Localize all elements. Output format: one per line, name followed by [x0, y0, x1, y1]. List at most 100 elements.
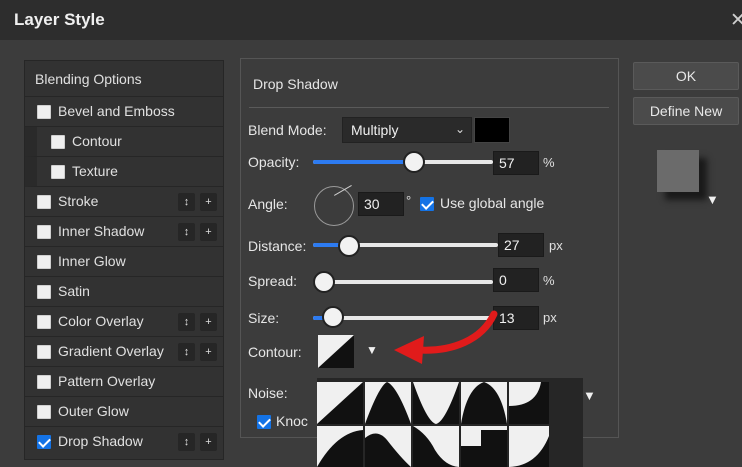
close-icon[interactable]: ✕: [730, 9, 742, 32]
linear-contour-icon: [318, 335, 354, 368]
add-icon[interactable]: +: [200, 193, 217, 211]
sidebar-item-label: Gradient Overlay: [58, 343, 164, 359]
stroke-checkbox[interactable]: [37, 195, 51, 209]
contour-preset-rolling-slope[interactable]: [413, 426, 459, 467]
sidebar-item-texture[interactable]: Texture: [25, 157, 223, 187]
inner-shadow-checkbox[interactable]: [37, 225, 51, 239]
add-icon[interactable]: +: [200, 433, 217, 451]
opacity-slider-handle[interactable]: [403, 151, 425, 173]
sidebar-item-bevel-and-emboss[interactable]: Bevel and Emboss: [25, 97, 223, 127]
add-icon[interactable]: +: [200, 223, 217, 241]
sidebar-item-inner-glow[interactable]: Inner Glow: [25, 247, 223, 277]
style-preview: [657, 150, 699, 192]
opacity-label: Opacity:: [248, 154, 300, 170]
define-new-button[interactable]: Define New: [633, 97, 739, 125]
gradient-overlay-checkbox[interactable]: [37, 345, 51, 359]
sidebar-item-label: Inner Glow: [58, 253, 126, 269]
angle-unit: °: [406, 193, 412, 208]
blend-mode-value: Multiply: [351, 122, 399, 138]
sidebar-item-gradient-overlay[interactable]: Gradient Overlay ↕ +: [25, 337, 223, 367]
opacity-input[interactable]: 57: [493, 151, 539, 175]
sidebar-item-pattern-overlay[interactable]: Pattern Overlay: [25, 367, 223, 397]
sidebar-item-label: Blending Options: [35, 71, 142, 87]
contour-preset-gaussian[interactable]: [461, 382, 507, 424]
divider: [249, 107, 609, 108]
blend-mode-label: Blend Mode:: [248, 122, 327, 138]
sidebar-item-stroke[interactable]: Stroke ↕ +: [25, 187, 223, 217]
triangle-down-icon[interactable]: ▼: [366, 343, 378, 357]
satin-checkbox[interactable]: [37, 285, 51, 299]
noise-label: Noise:: [248, 385, 288, 401]
move-arrows-icon[interactable]: ↕: [178, 433, 195, 451]
sidebar-item-outer-glow[interactable]: Outer Glow: [25, 397, 223, 427]
size-label: Size:: [248, 310, 280, 326]
sidebar-item-blending-options[interactable]: Blending Options: [25, 61, 223, 97]
spread-slider[interactable]: [313, 280, 493, 284]
angle-dial[interactable]: [314, 185, 354, 226]
title-bar: Layer Style ✕: [0, 0, 742, 40]
chevron-down-icon: ⌄: [455, 122, 466, 136]
contour-label: Contour:: [248, 344, 302, 360]
contour-checkbox[interactable]: [51, 135, 65, 149]
sidebar-item-inner-shadow[interactable]: Inner Shadow ↕ +: [25, 217, 223, 247]
add-icon[interactable]: +: [200, 343, 217, 361]
contour-preset-sawtooth[interactable]: [509, 426, 549, 467]
shadow-color-swatch[interactable]: [474, 117, 510, 143]
knockout-checkbox[interactable]: [257, 415, 271, 429]
move-arrows-icon[interactable]: ↕: [178, 313, 195, 331]
annotation-arrow-icon: [394, 310, 498, 364]
spread-slider-handle[interactable]: [313, 271, 335, 293]
drop-shadow-checkbox[interactable]: [37, 435, 51, 449]
contour-preset-cone[interactable]: [365, 382, 411, 424]
distance-slider-handle[interactable]: [338, 235, 360, 257]
distance-input[interactable]: 27: [498, 233, 544, 257]
contour-preset-ring-double[interactable]: [365, 426, 411, 467]
use-global-angle-label: Use global angle: [440, 195, 545, 211]
move-arrows-icon[interactable]: ↕: [178, 343, 195, 361]
pattern-overlay-checkbox[interactable]: [37, 375, 51, 389]
contour-preset-ring[interactable]: [317, 426, 363, 467]
size-unit: px: [543, 310, 557, 325]
blend-mode-select[interactable]: Multiply ⌄: [342, 117, 472, 143]
opacity-unit: %: [543, 155, 555, 170]
angle-input[interactable]: 30: [358, 192, 404, 216]
contour-presets: [317, 382, 549, 467]
contour-preset-half-round[interactable]: [509, 382, 549, 424]
sidebar-item-drop-shadow[interactable]: Drop Shadow ↕ +: [25, 427, 223, 457]
move-arrows-icon[interactable]: ↕: [178, 193, 195, 211]
sidebar-item-satin[interactable]: Satin: [25, 277, 223, 307]
spread-label: Spread:: [248, 273, 298, 289]
distance-unit: px: [549, 238, 563, 253]
inner-glow-checkbox[interactable]: [37, 255, 51, 269]
angle-label: Angle:: [248, 196, 288, 212]
sidebar-item-label: Drop Shadow: [58, 433, 143, 449]
sidebar-item-label: Inner Shadow: [58, 223, 145, 239]
sidebar-item-label: Outer Glow: [58, 403, 129, 419]
sidebar-item-label: Bevel and Emboss: [58, 103, 175, 119]
ok-button[interactable]: OK: [633, 62, 739, 90]
contour-thumbnail[interactable]: [318, 335, 354, 368]
sidebar-item-label: Satin: [58, 283, 90, 299]
sidebar-item-label: Color Overlay: [58, 313, 144, 329]
triangle-down-icon[interactable]: ▼: [583, 388, 596, 403]
texture-checkbox[interactable]: [51, 165, 65, 179]
outer-glow-checkbox[interactable]: [37, 405, 51, 419]
bevel-checkbox[interactable]: [37, 105, 51, 119]
sidebar-item-color-overlay[interactable]: Color Overlay ↕ +: [25, 307, 223, 337]
contour-preset-cone-inverted[interactable]: [413, 382, 459, 424]
contour-preset-rounded-steps[interactable]: [461, 426, 507, 467]
add-icon[interactable]: +: [200, 313, 217, 331]
use-global-angle-checkbox[interactable]: [420, 197, 434, 211]
style-list: Blending Options Bevel and Emboss Contou…: [24, 60, 224, 460]
size-slider-handle[interactable]: [322, 306, 344, 328]
move-arrows-icon[interactable]: ↕: [178, 223, 195, 241]
color-overlay-checkbox[interactable]: [37, 315, 51, 329]
sidebar-item-label: Pattern Overlay: [58, 373, 156, 389]
spread-input[interactable]: 0: [493, 268, 539, 292]
contour-picker: [317, 378, 583, 467]
contour-preset-linear[interactable]: [317, 382, 363, 424]
sidebar-item-label: Stroke: [58, 193, 99, 209]
knockout-label: Knoc: [276, 413, 308, 429]
triangle-down-icon[interactable]: ▼: [706, 192, 719, 207]
sidebar-item-contour[interactable]: Contour: [25, 127, 223, 157]
